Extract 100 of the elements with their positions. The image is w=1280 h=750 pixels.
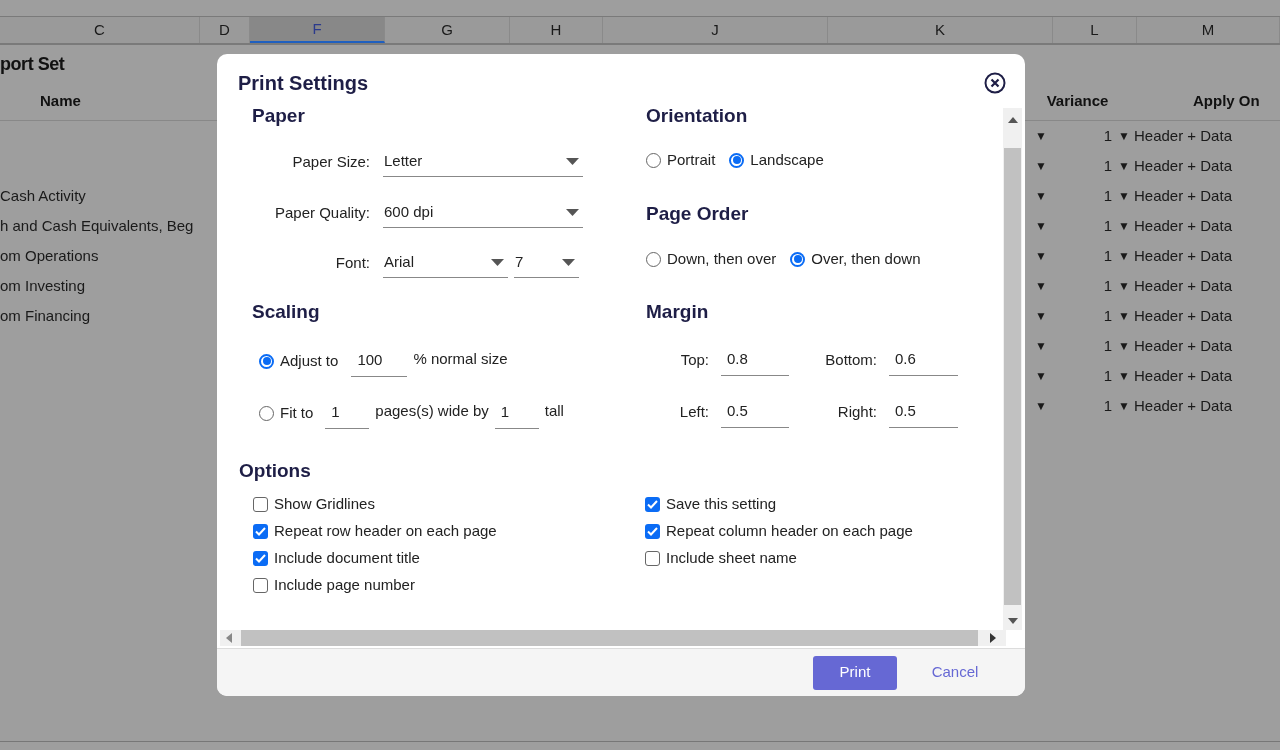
input-field[interactable]: 100 [351, 345, 408, 377]
column-header[interactable]: J [603, 17, 828, 43]
section-heading: Scaling [252, 300, 321, 324]
column-header[interactable]: C [0, 17, 200, 43]
radio-label: Down, then over [667, 248, 777, 269]
table-cell-text: 1 [1102, 155, 1112, 176]
field-label: % normal size [413, 348, 508, 369]
checkbox[interactable] [253, 578, 268, 593]
caret-icon [566, 209, 579, 216]
table-cell-text: 1 [1102, 125, 1112, 146]
dropdown-arrow[interactable]: ▼ [1035, 397, 1055, 415]
input-field[interactable]: 1 [494, 397, 539, 429]
dropdown-arrow[interactable]: ▼ [1112, 397, 1132, 415]
table-cell-text: Header + Data [1133, 305, 1232, 326]
dropdown-arrow[interactable]: ▼ [1112, 247, 1132, 265]
scroll-down-arrow-icon [1007, 618, 1018, 624]
column-heading: Name [39, 91, 82, 112]
field-label: Left: [678, 401, 709, 422]
table-cell: h and Cash Equivalents, Beg [0, 216, 194, 234]
table-cell-text: Header + Data [1133, 335, 1232, 356]
field-label: Paper Size: [291, 151, 371, 172]
section-heading: Paper [252, 104, 306, 128]
close-button[interactable] [984, 72, 1006, 94]
input-field[interactable]: 0.6 [889, 344, 958, 376]
dropdown-arrow[interactable]: ▼ [1035, 277, 1055, 295]
sheet-title: port Set [0, 52, 65, 76]
radio-label: Over, then down [811, 248, 921, 269]
dropdown-arrow[interactable]: ▼ [1035, 127, 1055, 145]
dropdown-arrow[interactable]: ▼ [1112, 367, 1132, 385]
column-header[interactable]: H [510, 17, 603, 43]
dropdown[interactable]: 7 [514, 248, 579, 278]
checkbox[interactable] [253, 497, 268, 512]
field-label: Right: [836, 401, 877, 422]
table-cell-text: 1 [1102, 185, 1112, 206]
table-cell: om Financing [0, 306, 91, 324]
table-cell-text: Header + Data [1133, 215, 1232, 236]
checkbox-label: Repeat row header on each page [274, 521, 497, 542]
input-field[interactable]: 0.5 [889, 396, 958, 428]
checkbox-label: Repeat column header on each page [666, 521, 913, 542]
section-heading: Options [238, 459, 312, 483]
dropdown-arrow[interactable]: ▼ [1112, 187, 1132, 205]
table-cell-text: Header + Data [1133, 155, 1232, 176]
dropdown[interactable]: Letter [383, 147, 583, 177]
section-heading: Page Order [646, 202, 750, 226]
dropdown-arrow[interactable]: ▼ [1035, 187, 1055, 205]
column-header[interactable]: G [385, 17, 510, 43]
dropdown-arrow[interactable]: ▼ [1035, 367, 1055, 385]
dropdown-arrow[interactable]: ▼ [1112, 217, 1132, 235]
table-cell-text: Header + Data [1133, 125, 1232, 146]
section-heading: Margin [646, 300, 710, 324]
field-label: tall [544, 400, 564, 421]
checkbox[interactable] [645, 497, 660, 512]
field-label: pages(s) wide by [375, 400, 489, 421]
checkbox[interactable] [645, 524, 660, 539]
scroll-left-arrow-icon [226, 633, 232, 643]
table-cell-text: Header + Data [1133, 245, 1232, 266]
table-cell-text: 1 [1102, 365, 1112, 386]
field-label: Paper Quality: [273, 202, 371, 223]
dropdown-arrow[interactable]: ▼ [1112, 337, 1132, 355]
dropdown[interactable]: 600 dpi [383, 198, 583, 228]
horizontal-scrollbar[interactable] [220, 630, 1006, 646]
radio-button[interactable] [259, 353, 274, 369]
input-field[interactable]: 0.8 [721, 344, 789, 376]
radio-label: Adjust to [280, 350, 339, 371]
checkbox[interactable] [253, 551, 268, 566]
scroll-right-arrow-icon [990, 633, 996, 643]
dropdown-arrow[interactable]: ▼ [1035, 157, 1055, 175]
dropdown-arrow[interactable]: ▼ [1112, 307, 1132, 325]
print-button[interactable]: Print [813, 655, 897, 690]
dropdown-arrow[interactable]: ▼ [1035, 217, 1055, 235]
table-cell-text: 1 [1102, 305, 1112, 326]
input-field[interactable]: 1 [325, 397, 370, 429]
table-cell-text: 1 [1102, 245, 1112, 266]
column-header[interactable]: M [1137, 17, 1280, 43]
radio-button[interactable] [729, 152, 745, 168]
table-cell-text: Header + Data [1133, 185, 1232, 206]
table-cell-text: 1 [1102, 215, 1112, 236]
dropdown-arrow[interactable]: ▼ [1035, 247, 1055, 265]
input-field[interactable]: 0.5 [721, 396, 789, 428]
dropdown-arrow[interactable]: ▼ [1112, 157, 1132, 175]
radio-button[interactable] [790, 251, 806, 267]
dropdown-arrow[interactable]: ▼ [1112, 277, 1132, 295]
radio-label: Portrait [667, 149, 716, 170]
checkbox[interactable] [253, 524, 268, 539]
radio-label: Fit to [280, 402, 314, 423]
checkbox[interactable] [645, 551, 660, 566]
dropdown-arrow[interactable]: ▼ [1112, 127, 1132, 145]
field-label: Top: [679, 349, 709, 370]
column-header[interactable]: K [828, 17, 1053, 43]
checkbox-label: Include document title [274, 548, 420, 569]
column-heading: Variance [1045, 91, 1110, 112]
caret-icon [491, 259, 504, 266]
dropdown[interactable]: Arial [383, 248, 508, 278]
column-header[interactable]: L [1053, 17, 1137, 43]
table-cell-text: Header + Data [1133, 365, 1232, 386]
dropdown-arrow[interactable]: ▼ [1035, 307, 1055, 325]
vertical-scrollbar[interactable] [1003, 108, 1022, 630]
dropdown-arrow[interactable]: ▼ [1035, 337, 1055, 355]
field-label: Bottom: [824, 349, 877, 370]
cancel-link[interactable]: Cancel [919, 655, 991, 690]
